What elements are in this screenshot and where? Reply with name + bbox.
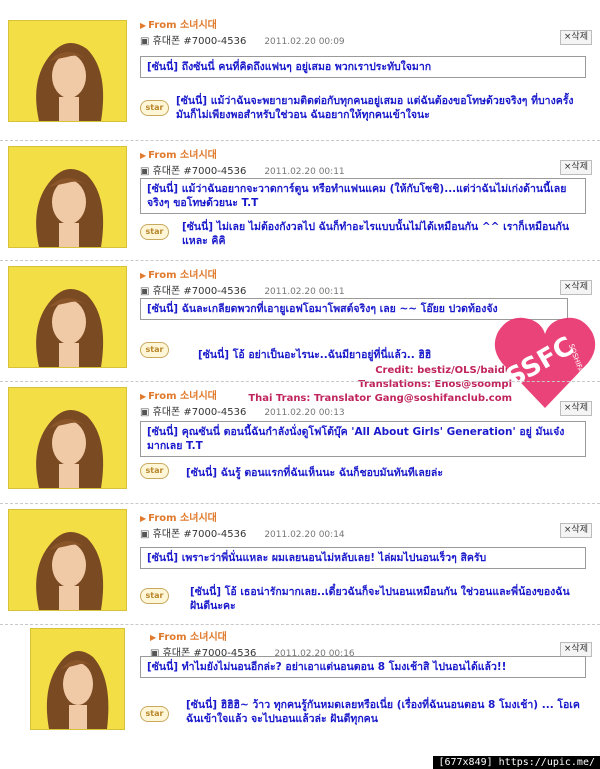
source-label: ▶ From 소녀시대 <box>140 150 217 161</box>
triangle-icon: ▶ <box>140 514 147 523</box>
avatar <box>8 266 127 368</box>
divider <box>0 381 600 383</box>
star-badge[interactable]: star <box>140 224 169 240</box>
star-badge[interactable]: star <box>140 706 169 722</box>
phone-number: 휴대폰 #7000-4536 <box>152 407 247 418</box>
triangle-icon: ▶ <box>150 633 157 642</box>
source-label: ▶ From 소녀시대 <box>140 270 217 281</box>
delete-button[interactable]: ×삭제 <box>559 160 592 175</box>
timestamp: 2011.02.20 00:11 <box>264 287 345 297</box>
meta: ▣ 휴대폰 #7000-4536 2011.02.20 00:09 <box>140 32 345 47</box>
timestamp: 2011.02.20 00:11 <box>264 167 345 177</box>
triangle-icon: ▶ <box>140 271 147 280</box>
reply: star [ซันนี่] ฮิฮิฮิ~ ว้าว ทุกคนรู้กันหม… <box>140 698 586 732</box>
triangle-icon: ▶ <box>140 21 147 30</box>
reply: star [ซันนี่] ไม่เลย ไม่ต้องกังวลไป ฉันก… <box>140 220 586 250</box>
message-box: [ซันนี่] คุณซันนี่ ตอนนี้ฉันกำลังนั่งดูโ… <box>140 421 586 457</box>
triangle-icon: ▶ <box>140 151 147 160</box>
reply-text: [ซันนี่] ฉันรู้ ตอนแรกที่ฉันเห็นนะ ฉันก็… <box>186 467 443 479</box>
phone-number: 휴대폰 #7000-4536 <box>152 529 247 540</box>
message-box: [ซันนี่] แม้ว่าฉันอยากจะวาดการ์ตูน หรือท… <box>140 178 586 214</box>
post-2: ▶ From 소녀시대 ▣ 휴대폰 #7000-4536 2011.02.20 00… <box>0 146 600 256</box>
post-4: ▶ From 소녀시대 ▣ 휴대폰 #7000-4536 2011.02.20 00… <box>0 387 600 499</box>
phone-number: 휴대폰 #7000-4536 <box>152 286 247 297</box>
reply-text: [ซันนี่] แม้ว่าฉันจะพยายามติดต่อกับทุกคน… <box>176 95 574 121</box>
meta: ▣ 휴대폰 #7000-4536 2011.02.20 00:13 <box>140 403 345 418</box>
avatar <box>8 20 127 122</box>
reply-text: [ซันนี่] ฮิฮิฮิ~ ว้าว ทุกคนรู้กันหมดเลยห… <box>186 699 580 725</box>
source-label: ▶ From 소녀시대 <box>140 391 217 402</box>
avatar <box>30 628 125 730</box>
reply-text: [ซันนี่] โอ้ เธอน่ารักมากเลย..เดี๋ยวฉันก… <box>190 586 570 612</box>
divider <box>0 624 600 626</box>
message-box: [ซันนี่] ถึงซันนี่ คนที่คิดถึงแฟนๆ อยู่เ… <box>140 56 586 78</box>
delete-button[interactable]: ×삭제 <box>559 642 592 657</box>
message-box: [ซันนี่] ทำไมยังไม่นอนอีกล่ะ? อย่าเอาแต่… <box>140 656 586 678</box>
timestamp: 2011.02.20 00:14 <box>264 530 345 540</box>
post-5: ▶ From 소녀시대 ▣ 휴대폰 #7000-4536 2011.02.20 00… <box>0 509 600 621</box>
phone-icon: ▣ <box>140 286 150 297</box>
divider <box>0 503 600 505</box>
avatar <box>8 387 127 489</box>
triangle-icon: ▶ <box>140 392 147 401</box>
timestamp: 2011.02.20 00:09 <box>264 37 345 47</box>
reply: star [ซันนี่] แม้ว่าฉันจะพยายามติดต่อกับ… <box>140 94 586 124</box>
reply-text: [ซันนี่] ไม่เลย ไม่ต้องกังวลไป ฉันก็ทำอะ… <box>182 221 570 247</box>
star-badge[interactable]: star <box>140 588 169 604</box>
reply: star [ซันนี่] ฉันรู้ ตอนแรกที่ฉันเห็นนะ … <box>140 463 586 487</box>
delete-button[interactable]: ×삭제 <box>559 280 592 295</box>
phone-icon: ▣ <box>140 166 150 177</box>
delete-button[interactable]: ×삭제 <box>559 401 592 416</box>
meta: ▣ 휴대폰 #7000-4536 2011.02.20 00:14 <box>140 525 345 540</box>
star-badge[interactable]: star <box>140 342 169 358</box>
meta: ▣ 휴대폰 #7000-4536 2011.02.20 00:11 <box>140 162 345 177</box>
star-badge[interactable]: star <box>140 463 169 479</box>
delete-button[interactable]: ×삭제 <box>559 30 592 45</box>
phone-icon: ▣ <box>140 529 150 540</box>
phone-icon: ▣ <box>140 407 150 418</box>
phone-number: 휴대폰 #7000-4536 <box>152 36 247 47</box>
credit-line: Credit: bestiz/OLS/baidu <box>375 365 512 376</box>
source-label: ▶ From 소녀시대 <box>140 20 217 31</box>
message-box: [ซันนี่] เพราะว่าพี่นั่นแหละ ผมเลยนอนไม่… <box>140 547 586 569</box>
avatar <box>8 509 127 611</box>
reply: star [ซันนี่] โอ้ เธอน่ารักมากเลย..เดี๋ย… <box>140 585 586 615</box>
image-size-footer: [677x849] https://upic.me/ <box>433 756 600 769</box>
delete-button[interactable]: ×삭제 <box>559 523 592 538</box>
divider <box>0 260 600 262</box>
avatar <box>8 146 127 248</box>
phone-number: 휴대폰 #7000-4536 <box>152 166 247 177</box>
phone-icon: ▣ <box>140 36 150 47</box>
divider <box>0 140 600 142</box>
source-label: ▶ From 소녀시대 <box>150 632 227 643</box>
star-badge[interactable]: star <box>140 100 169 116</box>
meta: ▣ 휴대폰 #7000-4536 2011.02.20 00:11 <box>140 282 345 297</box>
timestamp: 2011.02.20 00:13 <box>264 408 345 418</box>
post-1: ▶ From 소녀시대 ▣ 휴대폰 #7000-4536 2011.02.20 00… <box>0 16 600 136</box>
post-6: ▶ From 소녀시대 ▣ 휴대폰 #7000-4536 2011.02.20 00… <box>0 628 600 748</box>
source-label: ▶ From 소녀시대 <box>140 513 217 524</box>
